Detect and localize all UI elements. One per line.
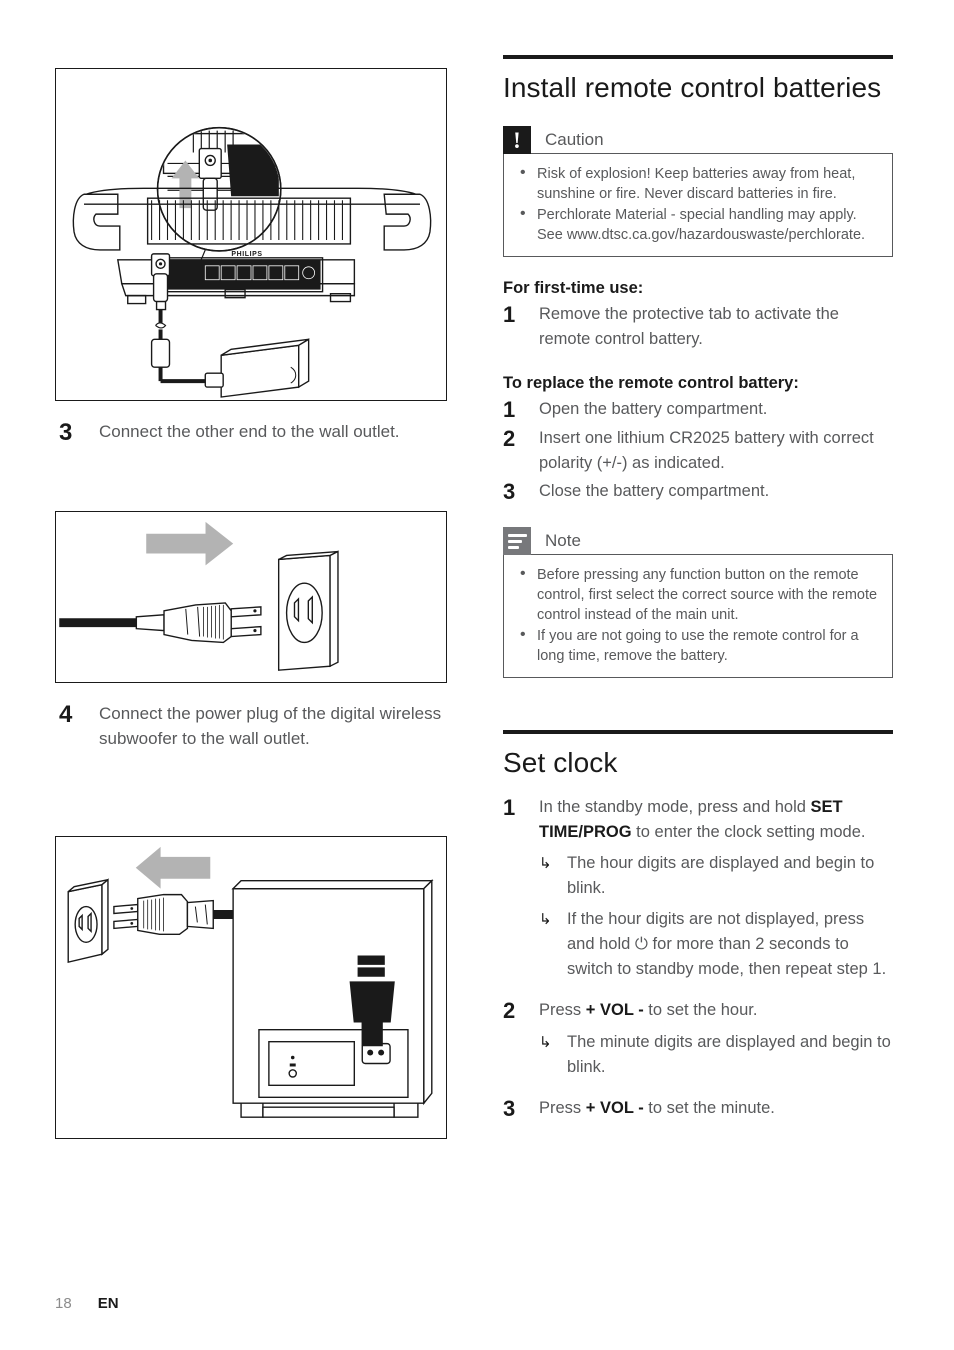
step-number: 3: [503, 1096, 516, 1121]
result-arrow-icon: ↳: [539, 855, 552, 872]
replace-step-1: 1 Open the battery compartment.: [503, 397, 893, 423]
exclamation-glyph: !: [513, 127, 521, 153]
step-number: 1: [503, 795, 516, 820]
step-text-after: to set the hour.: [643, 1001, 758, 1019]
clock-step-1-result-2: ↳ If the hour digits are not displayed, …: [503, 907, 893, 982]
note-label: Note: [545, 531, 581, 550]
clock-step-1: 1 In the standby mode, press and hold SE…: [503, 795, 893, 845]
replace-step-2: 2 Insert one lithium CR2025 battery with…: [503, 426, 893, 476]
note-body: Before pressing any function button on t…: [503, 554, 893, 678]
page-number: 18: [55, 1295, 72, 1312]
list-item: Before pressing any function button on t…: [514, 564, 878, 625]
list-item: If you are not going to use the remote c…: [514, 625, 878, 666]
note-callout: Note Before pressing any function button…: [503, 527, 893, 678]
step-text-after: to enter the clock setting mode.: [631, 823, 866, 841]
step-text-before: Press: [539, 1099, 586, 1117]
step-text: Close the battery compartment.: [539, 482, 770, 500]
result-arrow-icon: ↳: [539, 911, 552, 928]
replace-step-3: 3 Close the battery compartment.: [503, 479, 893, 505]
heading-replace-battery: To replace the remote control battery:: [503, 374, 799, 392]
page-language: EN: [97, 1295, 119, 1312]
figure-adapter-to-unit: PHILIPS: [55, 68, 447, 401]
step-text-after: to set the minute.: [643, 1099, 775, 1117]
note-lines-glyph: [507, 533, 527, 549]
note-list: Before pressing any function button on t…: [514, 564, 878, 666]
step-number: 3: [503, 479, 516, 504]
step-number: 1: [503, 397, 516, 422]
button-name-vol: + VOL -: [585, 1001, 644, 1019]
step-text: Connect the other end to the wall outlet…: [99, 422, 400, 441]
section-divider-rule: [503, 55, 893, 59]
note-lines-icon: [503, 527, 531, 555]
step-number: 4: [59, 701, 73, 728]
section-divider-rule-clock: [503, 730, 893, 734]
figure-plug-to-outlet: [55, 511, 447, 683]
step-text: Remove the protective tab to activate th…: [539, 305, 839, 348]
caution-list: Risk of explosion! Keep batteries away f…: [514, 163, 878, 245]
step-number: 2: [503, 426, 516, 451]
result-text: The minute digits are displayed and begi…: [567, 1033, 891, 1076]
step-text: Insert one lithium CR2025 battery with c…: [539, 429, 874, 472]
page-footer: 18 EN: [55, 1295, 119, 1312]
result-text: If the hour digits are not displayed, pr…: [567, 907, 893, 982]
arrow-left-gray: [135, 846, 211, 889]
note-header: Note: [503, 527, 893, 555]
clock-step-1-result-1: ↳ The hour digits are displayed and begi…: [503, 851, 893, 901]
step-number: 1: [503, 302, 516, 327]
caution-callout: ! Caution Risk of explosion! Keep batter…: [503, 126, 893, 257]
clock-step-2-result-1: ↳ The minute digits are displayed and be…: [503, 1030, 893, 1080]
step-text: Press + VOL - to set the minute.: [539, 1096, 893, 1121]
step-text: In the standby mode, press and hold SET …: [539, 795, 893, 845]
step-number: 2: [503, 998, 516, 1023]
step-number: 3: [59, 419, 73, 446]
manual-page: PHILIPS 3 Connect the other end to the w…: [0, 0, 954, 1350]
page-title-install-batteries: Install remote control batteries: [503, 72, 882, 103]
step-text-before: Press: [539, 1001, 586, 1019]
left-step-3: 3 Connect the other end to the wall outl…: [55, 419, 447, 446]
brand-label: PHILIPS: [231, 251, 262, 258]
left-step-4: 4 Connect the power plug of the digital …: [55, 701, 447, 751]
list-item: Risk of explosion! Keep batteries away f…: [514, 163, 878, 204]
left-column: PHILIPS 3 Connect the other end to the w…: [55, 68, 447, 1139]
first-time-step-1: 1 Remove the protective tab to activate …: [503, 302, 893, 352]
step-text: Connect the power plug of the digital wi…: [99, 704, 442, 748]
power-icon: ⏻: [634, 935, 648, 953]
button-name-vol: + VOL -: [585, 1099, 644, 1117]
page-title-set-clock: Set clock: [503, 747, 618, 778]
step-text-before: In the standby mode, press and hold: [539, 798, 811, 816]
heading-first-time-use: For first-time use:: [503, 279, 644, 297]
caution-header: ! Caution: [503, 126, 893, 154]
step-text: Open the battery compartment.: [539, 400, 768, 418]
list-item: Perchlorate Material - special handling …: [514, 204, 878, 245]
clock-step-3: 3 Press + VOL - to set the minute.: [503, 1096, 893, 1122]
caution-label: Caution: [545, 130, 604, 149]
right-column: Install remote control batteries ! Cauti…: [503, 55, 893, 1122]
exclamation-icon: !: [503, 126, 531, 154]
caution-body: Risk of explosion! Keep batteries away f…: [503, 153, 893, 257]
clock-step-2: 2 Press + VOL - to set the hour.: [503, 998, 893, 1024]
figure-subwoofer-to-outlet: [55, 836, 447, 1139]
step-text: Press + VOL - to set the hour.: [539, 998, 893, 1023]
result-arrow-icon: ↳: [539, 1034, 552, 1051]
arrow-right-gray: [146, 521, 234, 566]
result-text: The hour digits are displayed and begin …: [567, 854, 875, 897]
